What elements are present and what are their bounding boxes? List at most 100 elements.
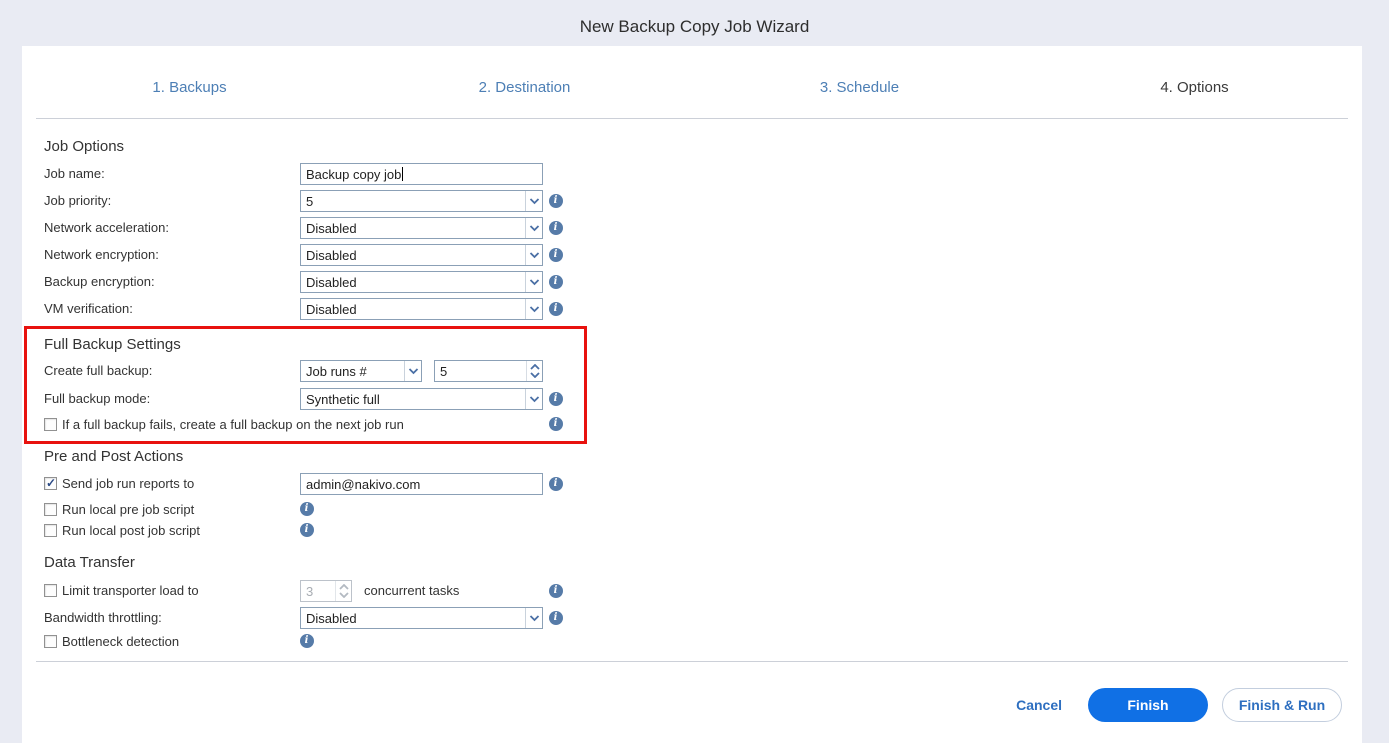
network-acceleration-label: Network acceleration:: [44, 220, 169, 235]
pre-script-info-icon[interactable]: [300, 502, 314, 516]
full-backup-mode-value: Synthetic full: [306, 392, 380, 407]
bandwidth-throttling-info-icon[interactable]: [549, 611, 563, 625]
vm-verification-info-icon[interactable]: [549, 302, 563, 316]
create-full-backup-row: Create full backup: Job runs # 5: [22, 360, 1362, 382]
send-reports-row: Send job run reports to admin@nakivo.com: [22, 473, 1362, 495]
job-options-heading: Job Options: [44, 138, 125, 155]
network-acceleration-row: Network acceleration: Disabled: [22, 217, 1362, 239]
job-name-value: Backup copy job: [306, 166, 402, 182]
vm-verification-row: VM verification: Disabled: [22, 298, 1362, 320]
job-priority-label: Job priority:: [44, 193, 112, 208]
create-full-backup-count-value: 5: [440, 364, 448, 379]
limit-transporter-row: Limit transporter load to 3 concurrent t…: [22, 580, 1362, 602]
bandwidth-throttling-label: Bandwidth throttling:: [44, 610, 162, 625]
chevron-down-icon: [525, 191, 542, 211]
create-full-backup-mode-select[interactable]: Job runs #: [300, 360, 422, 382]
pre-post-actions-heading: Pre and Post Actions: [44, 448, 184, 465]
network-encryption-value: Disabled: [306, 248, 357, 263]
chevron-down-icon: [525, 608, 542, 628]
backup-encryption-value: Disabled: [306, 275, 357, 290]
full-backup-fail-row: If a full backup fails, create a full ba…: [22, 417, 1362, 439]
concurrent-tasks-label: concurrent tasks: [364, 583, 460, 598]
vm-verification-label: VM verification:: [44, 301, 133, 316]
limit-transporter-label: Limit transporter load to: [62, 583, 199, 598]
send-reports-email-value: admin@nakivo.com: [306, 476, 421, 492]
send-reports-checkbox[interactable]: [44, 476, 57, 490]
create-full-backup-count-spinner[interactable]: 5: [434, 360, 543, 382]
chevron-down-icon: [525, 218, 542, 238]
network-acceleration-select[interactable]: Disabled: [300, 217, 543, 239]
pre-script-checkbox[interactable]: [44, 503, 57, 516]
bandwidth-throttling-value: Disabled: [306, 611, 357, 626]
bottleneck-detection-row: Bottleneck detection: [22, 634, 1362, 656]
chevron-down-icon: [525, 389, 542, 409]
post-script-row: Run local post job script: [22, 523, 1362, 545]
spinner-arrows: [526, 361, 542, 381]
data-transfer-heading: Data Transfer: [44, 554, 135, 571]
job-priority-select[interactable]: 5: [300, 190, 543, 212]
bandwidth-throttling-select[interactable]: Disabled: [300, 607, 543, 629]
send-reports-info-icon[interactable]: [549, 477, 563, 491]
limit-transporter-checkbox[interactable]: [44, 584, 57, 597]
network-acceleration-value: Disabled: [306, 221, 357, 236]
network-encryption-select[interactable]: Disabled: [300, 244, 543, 266]
full-backup-fail-checkbox[interactable]: [44, 418, 57, 431]
job-name-row: Job name: Backup copy job: [22, 163, 1362, 185]
pre-script-row: Run local pre job script: [22, 502, 1362, 524]
job-priority-value: 5: [306, 194, 314, 209]
finish-button[interactable]: Finish: [1088, 688, 1208, 722]
bottleneck-detection-checkbox[interactable]: [44, 635, 57, 648]
network-encryption-label: Network encryption:: [44, 247, 159, 262]
full-backup-settings-heading: Full Backup Settings: [44, 336, 181, 353]
wizard-panel: 1. Backups 2. Destination 3. Schedule 4.…: [22, 46, 1362, 743]
spinner-down-icon: [529, 372, 540, 378]
pre-script-label: Run local pre job script: [62, 502, 195, 517]
full-backup-mode-row: Full backup mode: Synthetic full: [22, 388, 1362, 410]
limit-transporter-info-icon[interactable]: [549, 584, 563, 598]
wizard-titlebar: New Backup Copy Job Wizard: [0, 0, 1389, 46]
limit-transporter-count-value: 3: [306, 584, 314, 599]
footer-divider: [36, 661, 1348, 662]
job-priority-info-icon[interactable]: [549, 194, 563, 208]
send-reports-label: Send job run reports to: [62, 476, 195, 491]
options-content: Job Options Job name: Backup copy job Jo…: [22, 46, 1362, 743]
send-reports-email-input[interactable]: admin@nakivo.com: [300, 473, 543, 495]
full-backup-fail-info-icon[interactable]: [549, 417, 563, 431]
text-cursor: [402, 167, 404, 181]
network-encryption-info-icon[interactable]: [549, 248, 563, 262]
job-name-input[interactable]: Backup copy job: [300, 163, 543, 185]
spinner-up-icon: [338, 584, 349, 590]
cancel-button[interactable]: Cancel: [1016, 697, 1062, 713]
network-encryption-row: Network encryption: Disabled: [22, 244, 1362, 266]
post-script-checkbox[interactable]: [44, 524, 57, 537]
backup-encryption-info-icon[interactable]: [549, 275, 563, 289]
create-full-backup-label: Create full backup:: [44, 363, 153, 378]
post-script-label: Run local post job script: [62, 523, 201, 538]
wizard-title: New Backup Copy Job Wizard: [579, 17, 810, 36]
finish-and-run-button[interactable]: Finish & Run: [1222, 688, 1342, 722]
spinner-up-icon: [529, 364, 540, 370]
bottleneck-detection-label: Bottleneck detection: [62, 634, 180, 649]
full-backup-mode-select[interactable]: Synthetic full: [300, 388, 543, 410]
job-name-label: Job name:: [44, 166, 105, 181]
vm-verification-value: Disabled: [306, 302, 357, 317]
backup-encryption-row: Backup encryption: Disabled: [22, 271, 1362, 293]
spinner-down-icon: [338, 592, 349, 598]
bottleneck-detection-info-icon[interactable]: [300, 634, 314, 648]
backup-encryption-select[interactable]: Disabled: [300, 271, 543, 293]
vm-verification-select[interactable]: Disabled: [300, 298, 543, 320]
post-script-info-icon[interactable]: [300, 523, 314, 537]
full-backup-fail-label: If a full backup fails, create a full ba…: [62, 417, 404, 432]
backup-encryption-label: Backup encryption:: [44, 274, 155, 289]
chevron-down-icon: [525, 272, 542, 292]
spinner-arrows: [335, 581, 351, 601]
full-backup-mode-info-icon[interactable]: [549, 392, 563, 406]
job-priority-row: Job priority: 5: [22, 190, 1362, 212]
chevron-down-icon: [404, 361, 421, 381]
limit-transporter-count-spinner: 3: [300, 580, 352, 602]
bandwidth-throttling-row: Bandwidth throttling: Disabled: [22, 607, 1362, 629]
create-full-backup-mode-value: Job runs #: [306, 364, 367, 379]
footer-actions: Cancel Finish Finish & Run: [1016, 688, 1342, 722]
chevron-down-icon: [525, 299, 542, 319]
network-acceleration-info-icon[interactable]: [549, 221, 563, 235]
